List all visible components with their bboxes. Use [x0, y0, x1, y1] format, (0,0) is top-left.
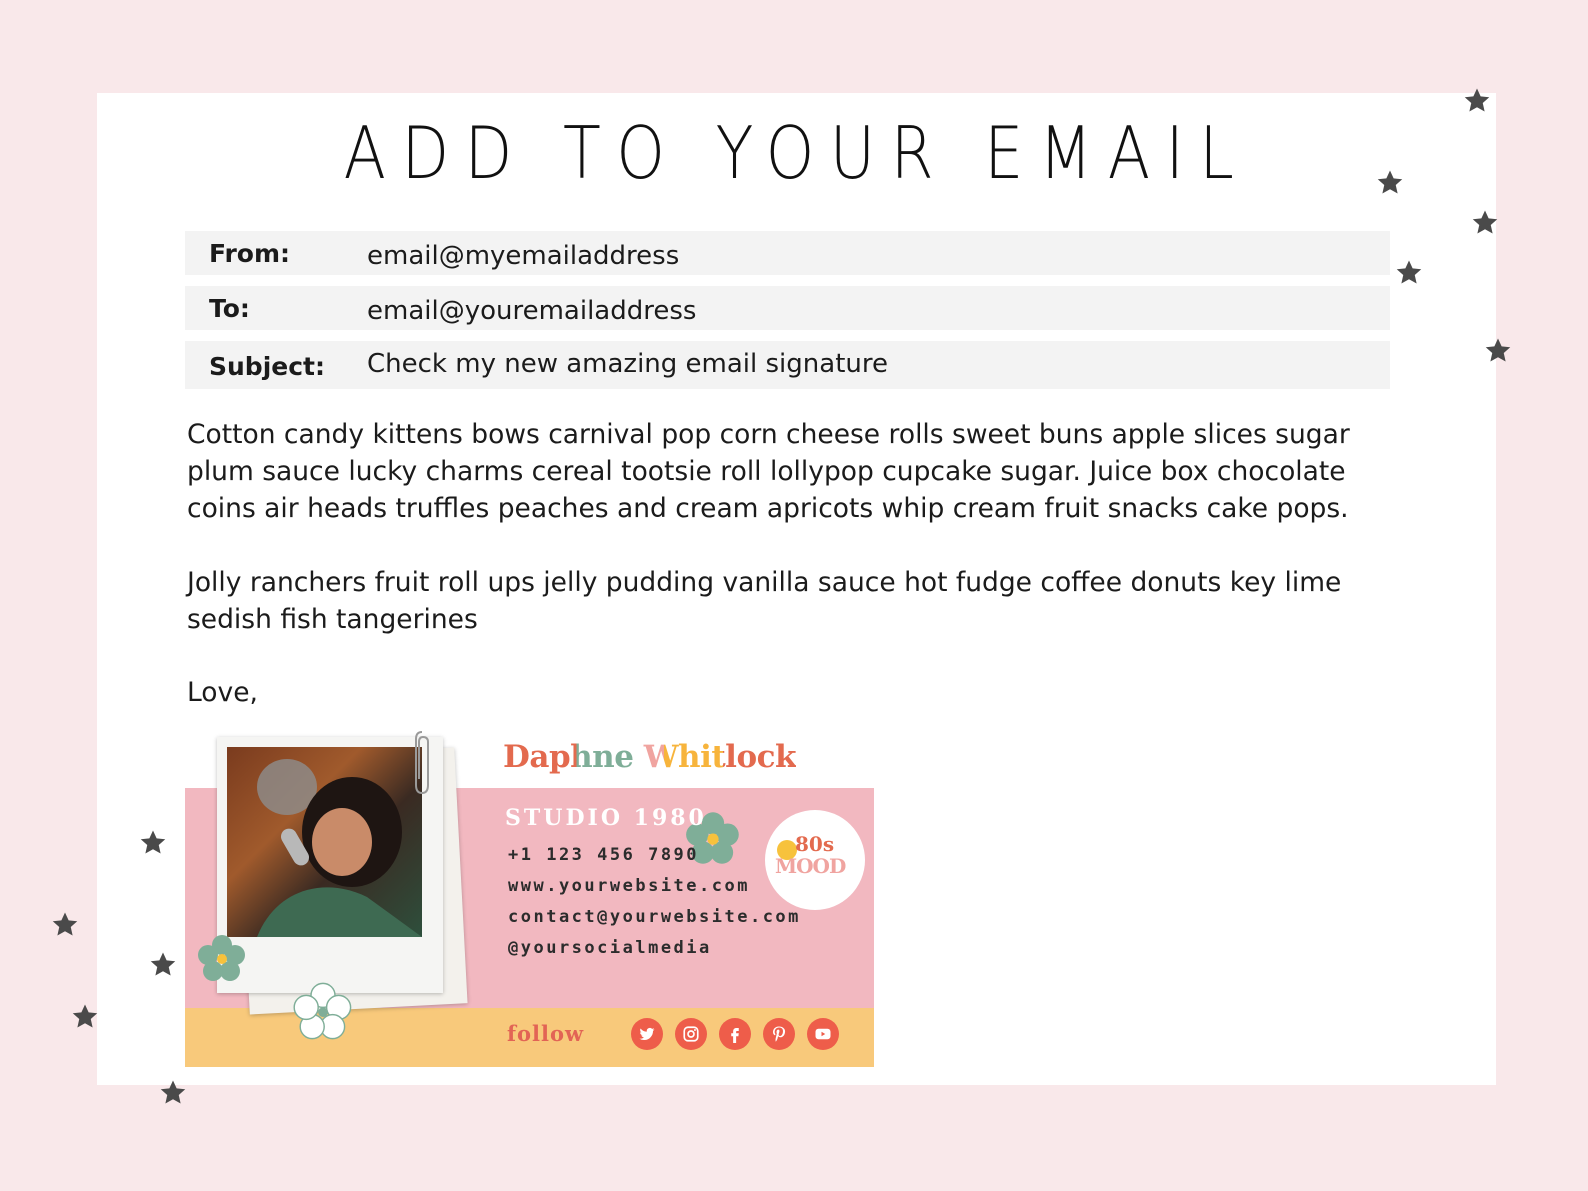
email-signature: Daphne Whitlock STUDIO 1980 +1 123 456 7… [185, 725, 874, 1067]
twitter-icon[interactable] [631, 1018, 663, 1050]
star-icon [1377, 170, 1403, 194]
facebook-icon[interactable] [719, 1018, 751, 1050]
studio-name: STUDIO 1980 [505, 805, 707, 831]
subject-row: Subject: Check my new amazing email sign… [185, 341, 1390, 389]
subject-label: Subject: [209, 352, 325, 381]
page-title: ADD TO YOUR EMAIL [343, 111, 1250, 195]
badge-bottom-text: MOOD [775, 854, 846, 878]
body-paragraph-2: Jolly ranchers fruit roll ups jelly pudd… [187, 567, 1342, 635]
star-icon [1485, 338, 1511, 362]
body-paragraph-1: Cotton candy kittens bows carnival pop c… [187, 419, 1350, 524]
contact-email-link[interactable]: contact@yourwebsite.com [508, 907, 801, 927]
phone-number[interactable]: +1 123 456 7890 [508, 845, 699, 865]
star-icon [160, 1080, 186, 1104]
pinterest-icon[interactable] [763, 1018, 795, 1050]
star-icon [1396, 260, 1422, 284]
body-closing: Love, [187, 677, 258, 708]
signature-name: Daphne Whitlock [503, 739, 797, 775]
white-flower-icon [293, 982, 352, 1040]
green-flower-icon [198, 935, 245, 981]
star-icon [140, 830, 166, 854]
to-label: To: [209, 294, 250, 323]
website-link[interactable]: www.yourwebsite.com [508, 876, 750, 896]
from-label: From: [209, 239, 291, 268]
star-icon [1464, 88, 1490, 112]
youtube-icon[interactable] [807, 1018, 839, 1050]
to-row: To: email@youremailaddress [185, 286, 1390, 330]
subject-field[interactable]: Check my new amazing email signature [367, 349, 888, 379]
social-handle[interactable]: @yoursocialmedia [508, 938, 712, 958]
from-row: From: email@myemailaddress [185, 231, 1390, 275]
paper-clip-icon [415, 731, 429, 795]
star-icon [72, 1004, 98, 1028]
polaroid-photo-frame [217, 737, 443, 993]
profile-photo [227, 747, 422, 937]
instagram-icon[interactable] [675, 1018, 707, 1050]
80s-mood-badge: 80s MOOD [765, 810, 865, 910]
to-field[interactable]: email@youremailaddress [367, 296, 696, 326]
star-icon [52, 912, 78, 936]
from-field[interactable]: email@myemailaddress [367, 241, 679, 271]
follow-label: follow [507, 1021, 585, 1046]
badge-top-text: 80s [795, 832, 835, 856]
star-icon [1472, 210, 1498, 234]
star-icon [150, 952, 176, 976]
